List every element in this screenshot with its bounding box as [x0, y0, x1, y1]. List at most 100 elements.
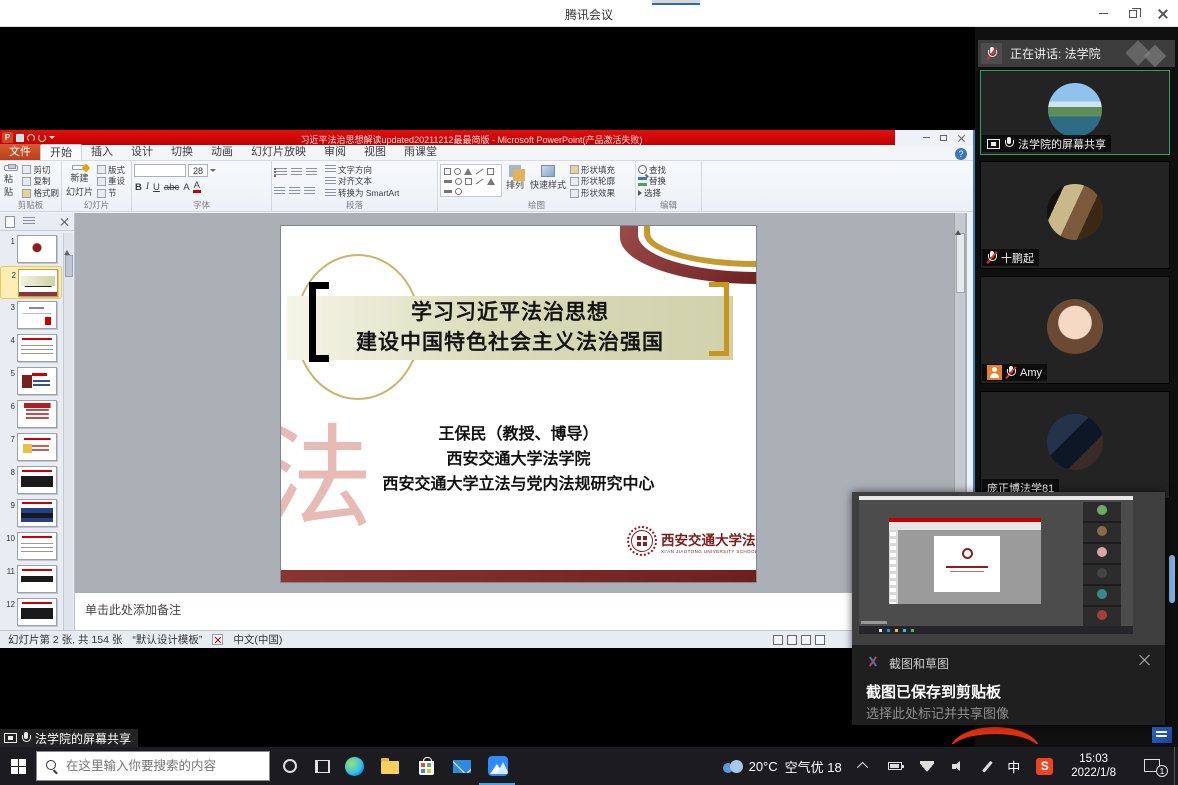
action-center-button[interactable]: 1	[1144, 758, 1164, 774]
arrange-button[interactable]: 排列	[504, 164, 526, 199]
ppt-restore-icon[interactable]	[940, 135, 947, 141]
numbering-icon[interactable]	[291, 168, 302, 177]
find-button[interactable]: 查找	[638, 165, 666, 175]
ppt-minimize-icon[interactable]	[923, 137, 930, 138]
tab-design[interactable]: 设计	[122, 144, 162, 160]
sorter-view-icon[interactable]	[787, 635, 797, 645]
show-desktop-button[interactable]	[1174, 747, 1178, 785]
font-color-button[interactable]: A	[193, 181, 201, 193]
undo-icon[interactable]	[27, 134, 35, 142]
qat-dropdown-icon[interactable]	[49, 136, 55, 142]
align-right-icon[interactable]	[304, 187, 315, 196]
slide-thumbnail-2-selected[interactable]: 2	[0, 266, 62, 299]
wifi-icon[interactable]	[920, 761, 934, 772]
ppt-close-icon[interactable]	[957, 134, 965, 142]
tab-review[interactable]: 审阅	[315, 144, 355, 160]
panel-scroll-up-icon[interactable]	[64, 233, 70, 255]
slide-thumbnail-7[interactable]: 7	[0, 431, 62, 464]
slide-thumbnail-1[interactable]: 1	[0, 233, 62, 266]
battery-icon[interactable]	[888, 762, 902, 770]
hidden-icons-chevron[interactable]	[857, 762, 868, 773]
participant-tile-share[interactable]: 法学院的屏幕共享	[980, 70, 1170, 155]
quick-styles-button[interactable]: 快速样式	[528, 164, 568, 199]
clock[interactable]: 15:03 2022/1/8	[1071, 752, 1116, 780]
panel-scrollbar[interactable]	[63, 233, 73, 630]
scroll-thumb[interactable]	[956, 233, 965, 293]
spellcheck-icon[interactable]	[212, 634, 223, 645]
panel-close-icon[interactable]	[60, 217, 69, 226]
participant-tile[interactable]: Amy	[980, 276, 1170, 384]
tab-file[interactable]: 文件	[0, 144, 40, 160]
bold-button[interactable]: B	[134, 182, 143, 193]
slide-thumbnail-5[interactable]: 5	[0, 365, 62, 398]
slide-canvas[interactable]: 法 学习习近平法治思想 建设中国特色社会主义法治强国 王保民（教授、博导） 西安…	[280, 225, 757, 583]
participant-tile[interactable]: 十鹏起	[980, 161, 1170, 269]
shape-effects-button[interactable]: 形状效果	[570, 188, 615, 198]
file-explorer-button[interactable]	[378, 754, 402, 778]
slide-thumbnail-4[interactable]: 4	[0, 332, 62, 365]
bullets-icon[interactable]	[274, 168, 287, 177]
align-text-button[interactable]: 对齐文本	[325, 176, 399, 186]
slide-thumbnail-11[interactable]: 11	[0, 563, 62, 596]
air-quality[interactable]: 空气优 18	[785, 757, 842, 776]
format-painter-button[interactable]: 格式刷	[22, 188, 59, 198]
start-button[interactable]	[0, 747, 36, 785]
weather-icon[interactable]	[721, 760, 743, 773]
select-button[interactable]: 选择	[638, 188, 666, 198]
slides-tab-icon[interactable]	[5, 216, 15, 228]
mail-button[interactable]	[450, 754, 474, 778]
shapes-gallery[interactable]	[440, 164, 502, 197]
smartart-button[interactable]: 转换为 SmartArt	[325, 188, 399, 198]
sidebar-scrollbar[interactable]	[1169, 555, 1175, 603]
minimize-button[interactable]	[1088, 0, 1118, 27]
toast-subtitle[interactable]: 选择此处标记并共享图像	[866, 703, 1009, 722]
slide-thumbnail-12[interactable]: 12	[0, 596, 62, 629]
replace-button[interactable]: 替换	[638, 176, 666, 186]
italic-button[interactable]: I	[145, 182, 150, 192]
grow-font-button[interactable]: A	[182, 182, 190, 193]
outline-tab-icon[interactable]	[23, 217, 35, 226]
text-direction-button[interactable]: 文字方向	[325, 165, 399, 175]
cortana-button[interactable]	[278, 754, 302, 778]
align-center-icon[interactable]	[289, 187, 300, 196]
indent-icon[interactable]	[306, 168, 317, 177]
screenshot-preview[interactable]	[852, 492, 1165, 645]
cut-button[interactable]: 剪切	[22, 165, 59, 175]
slide-thumbnail-10[interactable]: 10	[0, 530, 62, 563]
tab-view[interactable]: 视图	[355, 144, 395, 160]
strikethrough-button[interactable]: abc	[163, 182, 180, 193]
shape-fill-button[interactable]: 形状填充	[570, 165, 615, 175]
edge-button[interactable]	[342, 754, 366, 778]
paste-button[interactable]: 粘贴	[2, 164, 20, 199]
task-view-button[interactable]	[310, 754, 334, 778]
section-button[interactable]: 节	[97, 188, 125, 198]
align-left-icon[interactable]	[274, 187, 285, 196]
new-slide-button[interactable]: 新建 幻灯片	[64, 164, 95, 199]
panel-scroll-thumb[interactable]	[65, 255, 73, 277]
font-name-select[interactable]	[134, 164, 186, 177]
tab-insert[interactable]: 插入	[82, 144, 122, 160]
pen-icon[interactable]	[982, 760, 992, 772]
help-icon[interactable]: ?	[955, 148, 967, 160]
tab-slideshow[interactable]: 幻灯片放映	[242, 144, 315, 160]
temperature[interactable]: 20°C	[749, 759, 778, 774]
layout-button[interactable]: 版式	[97, 165, 125, 175]
language-indicator[interactable]: 中文(中国)	[233, 632, 282, 647]
reading-view-icon[interactable]	[801, 635, 811, 645]
close-button[interactable]	[1148, 0, 1178, 27]
ime-indicator[interactable]: 中	[1007, 757, 1020, 776]
shape-outline-button[interactable]: 形状轮廓	[570, 176, 615, 186]
tab-rainclassroom[interactable]: 雨课堂	[395, 144, 446, 160]
powerpoint-logo-icon[interactable]: P	[2, 132, 13, 143]
search-input[interactable]	[66, 759, 256, 773]
normal-view-icon[interactable]	[773, 635, 783, 645]
copy-button[interactable]: 复制	[22, 176, 59, 186]
restore-button[interactable]	[1118, 0, 1148, 27]
tab-transitions[interactable]: 切换	[162, 144, 202, 160]
tab-animations[interactable]: 动画	[202, 144, 242, 160]
save-icon[interactable]	[16, 134, 24, 142]
toast-close-icon[interactable]	[1139, 653, 1151, 665]
notes-pane[interactable]: 单击此处添加备注	[75, 592, 967, 630]
slide-thumbnail-6[interactable]: 6	[0, 398, 62, 431]
slide-thumbnail-8[interactable]: 8	[0, 464, 62, 497]
